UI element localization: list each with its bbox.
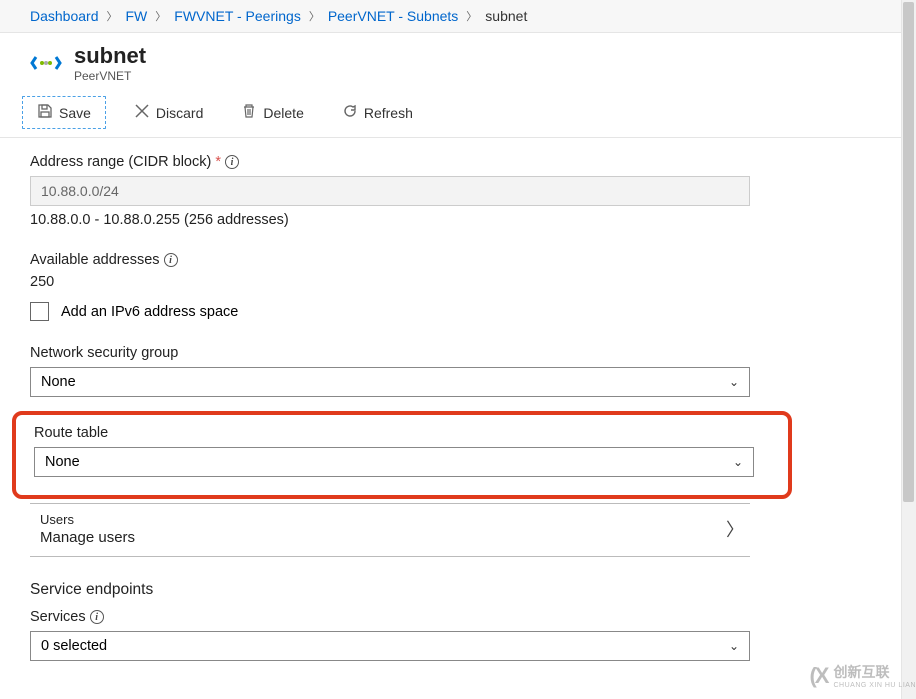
available-label: Available addresses i <box>30 252 886 268</box>
available-value: 250 <box>30 274 886 290</box>
chevron-right-icon: 〉 <box>155 8 166 24</box>
page-header: subnet PeerVNET <box>0 33 916 92</box>
chevron-right-icon: 〉 <box>466 8 477 24</box>
refresh-label: Refresh <box>364 105 413 121</box>
info-icon[interactable]: i <box>164 253 178 267</box>
chevron-right-icon: 〉 <box>107 8 118 24</box>
address-range-label: Address range (CIDR block) * i <box>30 154 886 170</box>
services-label-text: Services <box>30 609 86 625</box>
nsg-select[interactable]: None ⌄ <box>30 367 750 397</box>
chevron-right-icon: 〉 <box>726 516 750 542</box>
address-range-label-text: Address range (CIDR block) <box>30 154 211 170</box>
available-label-text: Available addresses <box>30 252 160 268</box>
save-button[interactable]: Save <box>22 96 106 129</box>
breadcrumb-dashboard[interactable]: Dashboard <box>30 8 99 24</box>
watermark-logo: (X <box>809 663 827 689</box>
chevron-down-icon: ⌄ <box>729 375 739 389</box>
scroll-thumb[interactable] <box>903 2 914 502</box>
info-icon[interactable]: i <box>90 610 104 624</box>
route-table-highlight: Route table None ⌄ <box>12 411 792 499</box>
subnet-icon <box>30 43 62 84</box>
nsg-label: Network security group <box>30 345 886 361</box>
nsg-value: None <box>41 374 76 390</box>
trash-icon <box>241 103 257 122</box>
page-title: subnet <box>74 43 146 69</box>
save-icon <box>37 103 53 122</box>
close-icon <box>134 103 150 122</box>
breadcrumb-fw[interactable]: FW <box>126 8 148 24</box>
chevron-down-icon: ⌄ <box>729 639 739 653</box>
delete-button[interactable]: Delete <box>231 99 313 126</box>
ipv6-label: Add an IPv6 address space <box>61 304 238 320</box>
toolbar: Save Discard Delete Refresh <box>0 92 916 138</box>
save-label: Save <box>59 105 91 121</box>
required-star: * <box>215 154 221 170</box>
ipv6-checkbox[interactable] <box>30 302 49 321</box>
watermark-brand: 创新互联 <box>833 662 916 682</box>
scrollbar[interactable] <box>901 0 916 699</box>
breadcrumb: Dashboard 〉 FW 〉 FWVNET - Peerings 〉 Pee… <box>0 0 916 33</box>
discard-button[interactable]: Discard <box>124 99 213 126</box>
delete-label: Delete <box>263 105 303 121</box>
chevron-down-icon: ⌄ <box>733 455 743 469</box>
watermark-sub: CHUANG XIN HU LIAN <box>833 682 916 689</box>
services-select[interactable]: 0 selected ⌄ <box>30 631 750 661</box>
services-value: 0 selected <box>41 638 107 654</box>
route-table-value: None <box>45 454 80 470</box>
refresh-icon <box>342 103 358 122</box>
watermark: (X 创新互联 CHUANG XIN HU LIAN <box>809 662 916 689</box>
route-table-label: Route table <box>34 425 788 441</box>
services-label: Services i <box>30 609 886 625</box>
breadcrumb-peervnet[interactable]: PeerVNET - Subnets <box>328 8 458 24</box>
users-row[interactable]: Users Manage users 〉 <box>30 503 750 557</box>
users-sub: Manage users <box>40 529 135 546</box>
content: Address range (CIDR block) * i 10.88.0.0… <box>0 138 916 677</box>
discard-label: Discard <box>156 105 203 121</box>
chevron-right-icon: 〉 <box>309 8 320 24</box>
users-title: Users <box>40 512 135 527</box>
service-endpoints-label: Service endpoints <box>30 581 886 599</box>
breadcrumb-current: subnet <box>485 8 527 24</box>
address-range-input[interactable] <box>30 176 750 206</box>
address-range-hint: 10.88.0.0 - 10.88.0.255 (256 addresses) <box>30 212 886 228</box>
page-subtitle: PeerVNET <box>74 69 146 83</box>
route-table-select[interactable]: None ⌄ <box>34 447 754 477</box>
refresh-button[interactable]: Refresh <box>332 99 423 126</box>
breadcrumb-fwvnet[interactable]: FWVNET - Peerings <box>174 8 301 24</box>
info-icon[interactable]: i <box>225 155 239 169</box>
